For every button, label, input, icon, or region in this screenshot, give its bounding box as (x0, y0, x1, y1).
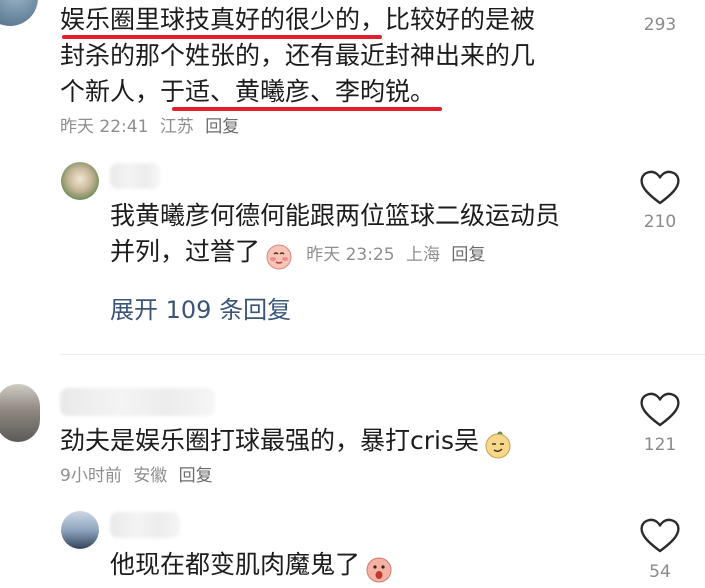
highlight-underline (172, 107, 442, 111)
reply-text-line: 并列，过誉了 (110, 237, 261, 266)
like-count: 210 (643, 212, 677, 232)
comment-text-line: 个新人，于适、黄曦彦、李昀锐。 (60, 77, 436, 106)
heart-icon[interactable] (637, 168, 683, 208)
avatar[interactable] (61, 511, 99, 549)
divider (60, 354, 705, 355)
reply-text-line: 我黄曦彦何德何能跟两位篮球二级运动员 (110, 201, 561, 230)
shocked-face-emoji (366, 557, 392, 582)
avatar[interactable] (0, 384, 40, 442)
reply-link[interactable]: 回复 (451, 245, 485, 265)
like-count: 121 (643, 435, 677, 455)
location: 江苏 (159, 117, 194, 137)
reply-text-line: 他现在都变肌肉魔鬼了 (110, 550, 361, 579)
blushing-face-emoji (266, 244, 292, 269)
username-blurred (60, 388, 215, 416)
location: 安徽 (133, 466, 168, 486)
comment-meta: 9小时前 安徽 回复 (60, 465, 219, 487)
username-blurred (110, 163, 160, 189)
comment-text-line: 封杀的那个姓张的，还有最近封神出来的几 (60, 41, 536, 70)
smug-face-emoji (485, 431, 511, 458)
like-count: 293 (643, 15, 677, 35)
comment-line-row: 劲夫是娱乐圈打球最强的，暴打cris吴 (60, 424, 512, 459)
heart-icon[interactable] (637, 516, 683, 556)
timestamp: 昨天 22:41 (60, 117, 149, 137)
reply-link[interactable]: 回复 (205, 117, 239, 137)
username-blurred (110, 512, 180, 538)
reply-link[interactable]: 回复 (179, 466, 213, 486)
avatar[interactable] (0, 0, 38, 26)
avatar[interactable] (61, 162, 99, 200)
timestamp: 昨天 23:25 (306, 245, 395, 265)
highlight-underline (62, 35, 382, 39)
reply-line-row: 并列，过誉了 昨天 23:25 上海 回复 (110, 235, 491, 270)
reply-line-row: 他现在都变肌肉魔鬼了 (110, 548, 393, 583)
like-count: 54 (649, 562, 671, 582)
comment-meta: 昨天 22:41 江苏 回复 (60, 116, 245, 138)
comment-text-line: 娱乐圈里球技真好的很少的，比较好的是被 (60, 5, 536, 34)
timestamp: 9小时前 (60, 466, 122, 486)
comment-text-line: 劲夫是娱乐圈打球最强的，暴打cris吴 (60, 426, 479, 455)
expand-replies-link[interactable]: 展开 109 条回复 (110, 290, 291, 325)
location: 上海 (406, 245, 441, 265)
heart-icon[interactable] (637, 390, 683, 430)
